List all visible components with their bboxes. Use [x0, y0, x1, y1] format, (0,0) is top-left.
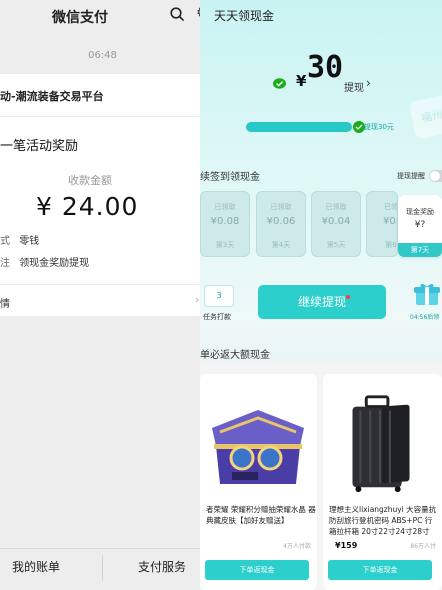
- chevron-right-icon: ›: [366, 76, 371, 90]
- view-detail-link[interactable]: 情: [0, 295, 10, 310]
- suitcase-image: [323, 388, 440, 498]
- day-number: 第4天: [271, 241, 291, 249]
- product-sold-count: 86万人付: [410, 543, 436, 550]
- info-value: 零钱: [19, 236, 40, 247]
- amount-value: ¥ 24.00: [36, 192, 139, 221]
- day-amount: ¥?: [414, 220, 426, 230]
- page-title: 微信支付: [52, 10, 108, 26]
- order-cashback-button[interactable]: 下单返现金: [205, 560, 309, 580]
- wechat-pay-icon: [273, 78, 286, 89]
- page-title: 天天领现金: [214, 9, 275, 23]
- wechat-header: 微信支付 ⚙: [0, 0, 205, 30]
- chevron-right-icon: ›: [195, 293, 200, 306]
- day-reward-label: 现金奖励: [406, 208, 434, 216]
- product-name: 者荣耀 荣耀积分赠抽荣耀水晶 器典藏皮肤【加好友赠送】: [206, 505, 316, 525]
- cash-amount: 30: [307, 50, 344, 85]
- signin-section-title: 续签到领现金: [200, 172, 260, 183]
- wechat-pay-panel: 微信支付 ⚙ 06:48 动-潮流装备交易平台 一笔活动奖励 收款金额 ¥ 24…: [0, 0, 205, 590]
- day-status: 已领取: [214, 203, 236, 211]
- signin-day-card: 已领取 ¥0.08 第3天: [200, 191, 250, 257]
- day-status: 已领: [384, 203, 398, 211]
- product-card[interactable]: 者荣耀 荣耀积分赠抽荣耀水晶 器典藏皮肤【加好友赠送】 4万人付款 下单返现金: [200, 374, 317, 590]
- product-sold-count: 4万人付款: [283, 543, 311, 550]
- divider: [0, 284, 205, 285]
- day-number: 第7天: [398, 243, 442, 257]
- pay-service-button[interactable]: 支付服务: [138, 558, 186, 575]
- my-bill-button[interactable]: 我的账单: [12, 558, 60, 575]
- progress-label: 提现30元: [364, 123, 394, 131]
- day-status: 已领取: [270, 203, 292, 211]
- remind-label: 提现提醒: [397, 172, 425, 180]
- treasure-chest-image: [200, 388, 317, 498]
- day-number: 第6: [385, 241, 397, 249]
- currency-symbol: ¥: [296, 72, 307, 90]
- info-row-method: 式 零钱: [0, 232, 39, 247]
- info-key: 式: [0, 236, 10, 247]
- progress-bar: [246, 122, 352, 132]
- gift-icon[interactable]: [414, 282, 440, 306]
- day-amount: ¥0.: [383, 216, 398, 227]
- signin-day-card: 已领 ¥0. 第6: [366, 191, 398, 257]
- product-name: 理想主义lixiangzhuyi 大容量抗 防刮旅行登机密码 ABS+PC 行 …: [329, 505, 437, 536]
- signin-day-card: 已领取 ¥0.04 第5天: [311, 191, 361, 257]
- payment-subject: 一笔活动奖励: [0, 139, 79, 154]
- countdown-label: 04:56后领: [410, 314, 440, 321]
- notification-dot: [346, 295, 350, 299]
- daily-cash-panel: 天天领现金 ¥ 30 提现 › 福州 提现30元 续签到领现金 提现提醒 已领取…: [200, 0, 442, 590]
- day-amount: ¥0.04: [321, 216, 351, 227]
- info-value: 领现金奖励提现: [19, 258, 90, 269]
- day-amount: ¥0.08: [210, 216, 240, 227]
- section-title: 单必返大额现金: [200, 350, 270, 361]
- signin-day7-card[interactable]: 现金奖励 ¥? 第7天: [398, 195, 442, 257]
- search-icon[interactable]: [170, 7, 184, 21]
- divider: [102, 555, 103, 581]
- product-price: ¥159: [335, 541, 358, 550]
- amount-label: 收款金额: [68, 174, 112, 187]
- day-number: 第5天: [326, 241, 346, 249]
- decorative-badge: 福州: [408, 94, 442, 140]
- continue-withdraw-button[interactable]: 继续提现: [258, 285, 386, 319]
- day-amount: ¥0.06: [266, 216, 296, 227]
- order-cashback-button[interactable]: 下单返现金: [328, 560, 432, 580]
- day-number: 第3天: [215, 241, 235, 249]
- message-time: 06:48: [88, 50, 117, 61]
- merchant-name: 动-潮流装备交易平台: [0, 90, 104, 103]
- withdraw-link[interactable]: 提现: [344, 79, 364, 94]
- remind-toggle[interactable]: [429, 170, 442, 182]
- task-icon[interactable]: 3: [204, 285, 234, 307]
- divider: [0, 116, 205, 117]
- day-status: 已领取: [325, 203, 347, 211]
- info-row-note: 注 领现金奖励提现: [0, 254, 89, 269]
- product-card[interactable]: 理想主义lixiangzhuyi 大容量抗 防刮旅行登机密码 ABS+PC 行 …: [323, 374, 442, 590]
- signin-day-card: 已领取 ¥0.06 第4天: [256, 191, 306, 257]
- bottom-bar: 我的账单 支付服务: [0, 548, 205, 590]
- info-key: 注: [0, 258, 10, 269]
- task-label: 任务打款: [203, 313, 231, 321]
- payment-card[interactable]: 动-潮流装备交易平台 一笔活动奖励 收款金额 ¥ 24.00 式 零钱 注 领现…: [0, 74, 205, 316]
